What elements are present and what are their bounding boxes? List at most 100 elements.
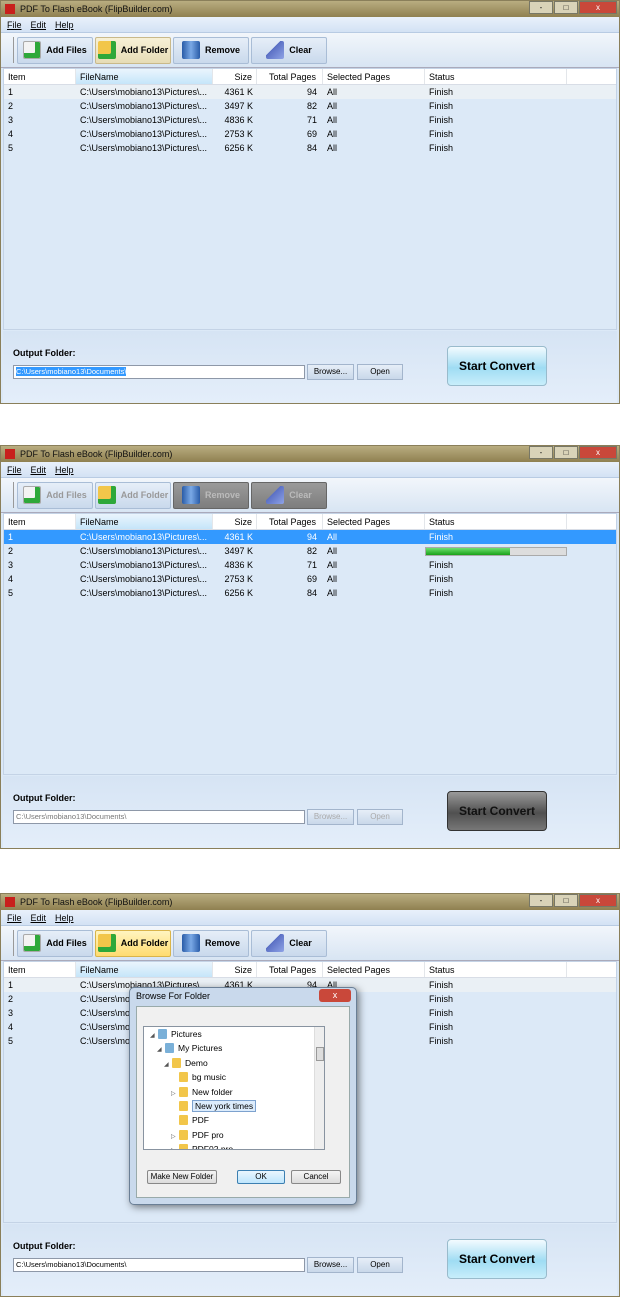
cell-status: Finish xyxy=(429,532,454,542)
column-header-size[interactable]: Size xyxy=(213,514,257,529)
menu-help[interactable]: Help xyxy=(55,465,74,475)
browse-button[interactable]: Browse... xyxy=(307,1257,354,1273)
folder-icon xyxy=(179,1115,188,1126)
column-header-selected-pages[interactable]: Selected Pages xyxy=(323,69,425,84)
menu-edit[interactable]: Edit xyxy=(31,913,47,923)
file-list[interactable]: Item FileName Size Total Pages Selected Page… xyxy=(3,513,617,775)
collapsed-arrow-icon[interactable]: ▷ xyxy=(171,1144,179,1149)
add-folder-button[interactable]: Add Folder xyxy=(95,36,171,64)
tree-item-label: New york times xyxy=(192,1099,257,1112)
minimize-button[interactable]: - xyxy=(529,894,553,907)
tree-item[interactable]: ◢ Pictures xyxy=(144,1027,324,1041)
tree-item[interactable]: ▷ New folder xyxy=(144,1085,324,1099)
table-row[interactable]: 4 C:\Users\mobiano13\Pictures\... 2753 K 69… xyxy=(4,127,616,141)
minimize-button[interactable]: - xyxy=(529,1,553,14)
start-convert-button[interactable]: Start Convert xyxy=(447,791,547,831)
menu-edit[interactable]: Edit xyxy=(31,465,47,475)
tree-item[interactable]: New york times xyxy=(144,1099,324,1113)
tree-item[interactable]: ▷ PDF02 pro xyxy=(144,1142,324,1149)
add-files-icon xyxy=(23,41,42,59)
add-folder-button[interactable]: Add Folder xyxy=(95,481,171,509)
menu-help[interactable]: Help xyxy=(55,913,74,923)
close-button[interactable]: x xyxy=(579,894,617,907)
close-button[interactable]: x xyxy=(579,1,617,14)
output-folder-input[interactable]: C:\Users\mobiano13\Documents\ xyxy=(13,810,305,824)
menu-help[interactable]: Help xyxy=(55,20,74,30)
app-icon xyxy=(5,449,15,459)
add-files-button[interactable]: Add Files xyxy=(17,481,93,509)
add-folder-button[interactable]: Add Folder xyxy=(95,929,171,957)
table-row[interactable]: 2 C:\Users\mobiano13\Pictures\... 3497 K 82… xyxy=(4,544,616,558)
column-header-size[interactable]: Size xyxy=(213,69,257,84)
table-row[interactable]: 3 C:\Users\mobiano13\Pictures\... 4836 K 71… xyxy=(4,113,616,127)
make-new-folder-button[interactable]: Make New Folder xyxy=(147,1170,217,1184)
clear-button[interactable]: Clear xyxy=(251,481,327,509)
table-row[interactable]: 3 C:\Users\mobiano13\Pictures\... 4836 K 71… xyxy=(4,558,616,572)
cell-item: 5 xyxy=(8,588,14,598)
dialog-close-button[interactable]: x xyxy=(319,989,351,1002)
column-header-total-pages[interactable]: Total Pages xyxy=(257,69,323,84)
column-header-status[interactable]: Status xyxy=(425,514,567,529)
tree-item[interactable]: PDF xyxy=(144,1113,324,1127)
start-convert-button[interactable]: Start Convert xyxy=(447,1239,547,1279)
start-convert-button[interactable]: Start Convert xyxy=(447,346,547,386)
folder-tree[interactable]: ◢ Pictures ◢ My Pictures ◢ Demo bg music ▷ New f… xyxy=(143,1026,325,1150)
remove-button[interactable]: Remove xyxy=(173,481,249,509)
column-header-filename[interactable]: FileName xyxy=(76,69,213,84)
open-button[interactable]: Open xyxy=(357,1257,403,1273)
remove-button[interactable]: Remove xyxy=(173,929,249,957)
tree-item[interactable]: ◢ Demo xyxy=(144,1056,324,1070)
browse-button[interactable]: Browse... xyxy=(307,809,354,825)
column-header-filename[interactable]: FileName xyxy=(76,514,213,529)
output-folder-input[interactable]: C:\Users\mobiano13\Documents\ xyxy=(13,365,305,379)
column-header-item[interactable]: Item xyxy=(4,514,76,529)
column-header-total-pages[interactable]: Total Pages xyxy=(257,514,323,529)
maximize-button[interactable]: □ xyxy=(554,894,578,907)
maximize-button[interactable]: □ xyxy=(554,446,578,459)
clear-button[interactable]: Clear xyxy=(251,36,327,64)
table-row[interactable]: 5 C:\Users\mobiano13\Pictures\... 6256 K 84… xyxy=(4,141,616,155)
column-header-total-pages[interactable]: Total Pages xyxy=(257,962,323,977)
add-files-button[interactable]: Add Files xyxy=(17,36,93,64)
menu-file[interactable]: File xyxy=(7,20,22,30)
clear-button[interactable]: Clear xyxy=(251,929,327,957)
table-row[interactable]: 2 C:\Users\mobiano13\Pictures\... 3497 K 82… xyxy=(4,99,616,113)
column-header-status[interactable]: Status xyxy=(425,69,567,84)
menu-file[interactable]: File xyxy=(7,465,22,475)
table-row[interactable]: 4 C:\Users\mobiano13\Pictures\... 2753 K 69… xyxy=(4,572,616,586)
tree-item[interactable]: ▷ PDF pro xyxy=(144,1128,324,1142)
tree-scrollbar[interactable] xyxy=(314,1027,324,1149)
browse-button[interactable]: Browse... xyxy=(307,364,354,380)
file-list[interactable]: Item FileName Size Total Pages Selected Page… xyxy=(3,68,617,330)
add-files-button[interactable]: Add Files xyxy=(17,929,93,957)
remove-button[interactable]: Remove xyxy=(173,36,249,64)
add-folder-icon xyxy=(97,934,116,952)
table-row[interactable]: 5 C:\Users\mobiano13\Pictures\... 6256 K 84… xyxy=(4,586,616,600)
tree-item[interactable]: ◢ My Pictures xyxy=(144,1041,324,1055)
cell-item: 5 xyxy=(8,143,14,153)
menu-edit[interactable]: Edit xyxy=(31,20,47,30)
output-folder-input[interactable]: C:\Users\mobiano13\Documents\ xyxy=(13,1258,305,1272)
column-header-size[interactable]: Size xyxy=(213,962,257,977)
menu-file[interactable]: File xyxy=(7,913,22,923)
open-button[interactable]: Open xyxy=(357,809,403,825)
ok-button[interactable]: OK xyxy=(237,1170,285,1184)
table-row[interactable]: 1 C:\Users\mobiano13\Pictures\... 4361 K 94… xyxy=(4,530,616,544)
broom-icon xyxy=(266,934,285,952)
maximize-button[interactable]: □ xyxy=(554,1,578,14)
column-header-status[interactable]: Status xyxy=(425,962,567,977)
cancel-button[interactable]: Cancel xyxy=(291,1170,341,1184)
column-header-selected-pages[interactable]: Selected Pages xyxy=(323,962,425,977)
column-header-item[interactable]: Item xyxy=(4,962,76,977)
tree-item[interactable]: bg music xyxy=(144,1070,324,1084)
close-button[interactable]: x xyxy=(579,446,617,459)
scroll-thumb[interactable] xyxy=(316,1047,324,1061)
cell-status: Finish xyxy=(429,980,454,990)
table-row[interactable]: 1 C:\Users\mobiano13\Pictures\... 4361 K 94… xyxy=(4,85,616,99)
open-button[interactable]: Open xyxy=(357,364,403,380)
cell-selected-pages: All xyxy=(327,588,338,598)
column-header-selected-pages[interactable]: Selected Pages xyxy=(323,514,425,529)
column-header-filename[interactable]: FileName xyxy=(76,962,213,977)
minimize-button[interactable]: - xyxy=(529,446,553,459)
column-header-item[interactable]: Item xyxy=(4,69,76,84)
